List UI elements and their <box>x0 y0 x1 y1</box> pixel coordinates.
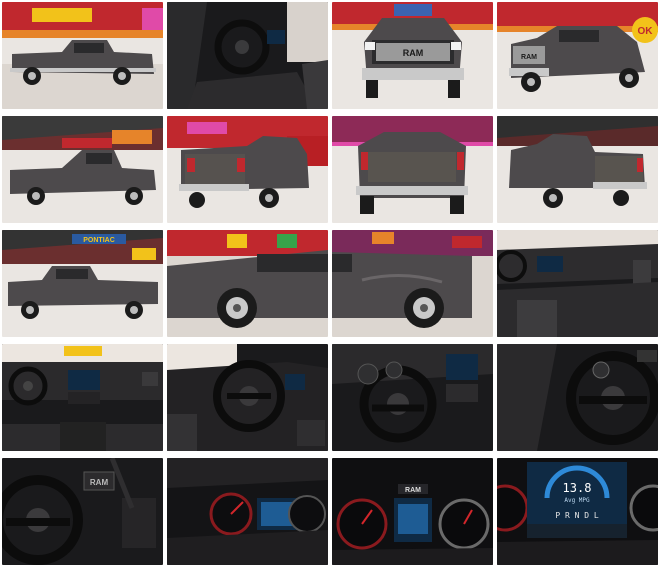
gallery-photo-interior-steering-wheel-closeup[interactable] <box>497 344 658 451</box>
mpg-label-text: Avg MPG <box>564 497 590 504</box>
ok-sign-text: OK <box>638 26 654 37</box>
gallery-photo-interior-steering-wheel-from-door[interactable] <box>167 344 328 451</box>
gallery-photo-exterior-rear-three-quarter-right[interactable] <box>497 116 658 223</box>
photo-gallery-grid: RAM OK RAM PONTIAC RAM RAM 13.8 Avg MPG … <box>2 2 658 565</box>
gear-row-text: P R N D L <box>555 511 599 520</box>
gallery-photo-interior-gauge-cluster-closeup[interactable]: RAM <box>332 458 493 565</box>
gallery-photo-exterior-side-left-wide[interactable]: PONTIAC <box>2 230 163 337</box>
gallery-photo-exterior-front-wheel-closeup[interactable] <box>167 230 328 337</box>
gallery-photo-interior-digital-display-mpg[interactable]: 13.8 Avg MPG P R N D L <box>497 458 658 565</box>
ram-badge-text: RAM <box>403 48 424 58</box>
gallery-photo-interior-steering-wheel-centre-stack[interactable] <box>332 344 493 451</box>
pontiac-sign-text: PONTIAC <box>83 237 115 244</box>
gallery-photo-exterior-rear[interactable] <box>332 116 493 223</box>
gallery-photo-interior-gauge-cluster[interactable] <box>167 458 328 565</box>
gallery-photo-exterior-side-left[interactable] <box>2 2 163 109</box>
ram-badge-text-2: RAM <box>521 54 537 61</box>
gallery-photo-exterior-side-right[interactable] <box>2 116 163 223</box>
ram-logo-cluster-text: RAM <box>405 487 421 494</box>
gallery-photo-exterior-front[interactable]: RAM <box>332 2 493 109</box>
gallery-photo-interior-steering-wheel-front[interactable]: RAM <box>2 458 163 565</box>
gallery-photo-exterior-front-three-quarter-right[interactable]: OK RAM <box>497 2 658 109</box>
gallery-photo-interior-passenger-dash[interactable] <box>497 230 658 337</box>
gallery-photo-interior-full-dashboard[interactable] <box>2 344 163 451</box>
ram-logo-wheel-text: RAM <box>90 478 109 487</box>
gallery-photo-interior-driver-door-open[interactable] <box>167 2 328 109</box>
gallery-photo-exterior-rear-wheel-closeup[interactable] <box>332 230 493 337</box>
mpg-value-text: 13.8 <box>563 481 592 495</box>
gallery-photo-exterior-rear-three-quarter-left[interactable] <box>167 116 328 223</box>
